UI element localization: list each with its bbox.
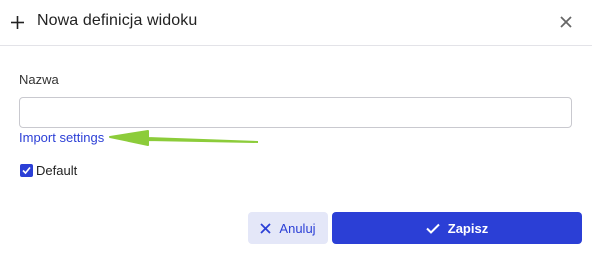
default-checkbox[interactable] bbox=[20, 164, 33, 177]
check-icon bbox=[22, 166, 31, 175]
annotation-arrow bbox=[109, 130, 258, 146]
import-settings-link[interactable]: Import settings bbox=[19, 130, 104, 145]
dialog-header: Nowa definicja widoku bbox=[0, 0, 592, 46]
new-view-definition-dialog: Nowa definicja widoku Nazwa Import setti… bbox=[0, 0, 592, 256]
name-label: Nazwa bbox=[19, 72, 59, 87]
dialog-title: Nowa definicja widoku bbox=[37, 12, 198, 29]
name-input[interactable] bbox=[19, 97, 572, 128]
plus-icon bbox=[11, 16, 24, 29]
close-icon[interactable] bbox=[559, 15, 573, 29]
cancel-button[interactable]: Anuluj bbox=[248, 212, 328, 244]
default-checkbox-label: Default bbox=[36, 163, 78, 178]
save-button[interactable]: Zapisz bbox=[332, 212, 582, 244]
check-icon bbox=[426, 223, 440, 234]
cancel-button-label: Anuluj bbox=[279, 220, 316, 236]
save-button-label: Zapisz bbox=[447, 220, 489, 236]
x-icon bbox=[260, 222, 272, 234]
